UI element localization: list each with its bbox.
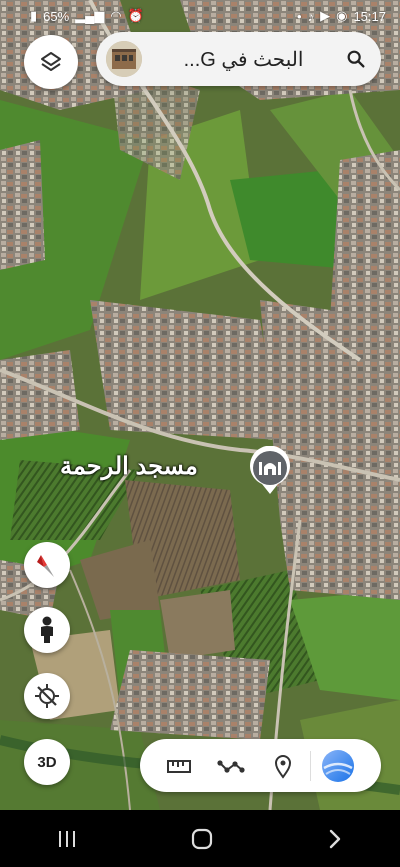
- battery-level: 65%: [43, 8, 70, 24]
- path-button[interactable]: [212, 747, 250, 785]
- street-view-button[interactable]: [24, 607, 70, 653]
- tiktok-icon: ♪: [307, 8, 315, 24]
- status-right: • ♪ ▶ ◉ 15:17: [297, 8, 386, 24]
- earth-globe-icon: [322, 749, 354, 782]
- mosque-pin[interactable]: [248, 445, 292, 496]
- pegman-icon: [41, 616, 53, 643]
- clock: 15:17: [353, 8, 386, 24]
- layers-button[interactable]: [24, 35, 78, 89]
- messenger-icon: ◉: [336, 8, 348, 23]
- location-button[interactable]: [24, 673, 70, 719]
- path-icon: [217, 759, 245, 773]
- place-label[interactable]: مسجد الرحمة: [60, 452, 198, 481]
- bottom-toolbar: [140, 739, 381, 792]
- signal-icon: ▂▄▆: [75, 8, 105, 23]
- compass-button[interactable]: [24, 542, 70, 588]
- compass-icon: [37, 555, 54, 577]
- 3d-button[interactable]: 3D: [24, 739, 70, 785]
- search-bar[interactable]: البحث في G...: [96, 32, 381, 86]
- search-icon[interactable]: [345, 48, 367, 70]
- ruler-icon: [167, 759, 191, 773]
- back-icon[interactable]: [326, 828, 344, 850]
- search-query[interactable]: البحث في G...: [142, 47, 345, 72]
- wifi-icon: ◠: [110, 8, 122, 23]
- 3d-label: 3D: [37, 753, 57, 771]
- status-bar: ▮ 65% ▂▄▆ ◠ ⏰ • ♪ ▶ ◉ 15:17: [0, 0, 400, 32]
- layers-icon: [41, 52, 61, 71]
- alarm-icon: ⏰: [127, 8, 144, 23]
- status-left: ▮ 65% ▂▄▆ ◠ ⏰: [30, 8, 144, 24]
- add-placemark-button[interactable]: [264, 747, 302, 785]
- location-off-icon: [35, 684, 59, 708]
- toolbar-divider: [310, 750, 311, 781]
- measure-button[interactable]: [160, 747, 198, 785]
- dot-icon: •: [297, 8, 302, 24]
- youtube-icon: ▶: [320, 8, 331, 23]
- earth-button[interactable]: [319, 747, 357, 785]
- building-image: [106, 41, 142, 77]
- mosque-pin-icon: [250, 445, 290, 494]
- recent-apps-icon[interactable]: [56, 829, 78, 849]
- battery-icon: ▮: [30, 8, 38, 23]
- android-nav-bar: [0, 810, 400, 867]
- home-icon[interactable]: [190, 827, 214, 851]
- place-thumbnail[interactable]: [106, 41, 142, 77]
- pin-icon: [274, 754, 292, 779]
